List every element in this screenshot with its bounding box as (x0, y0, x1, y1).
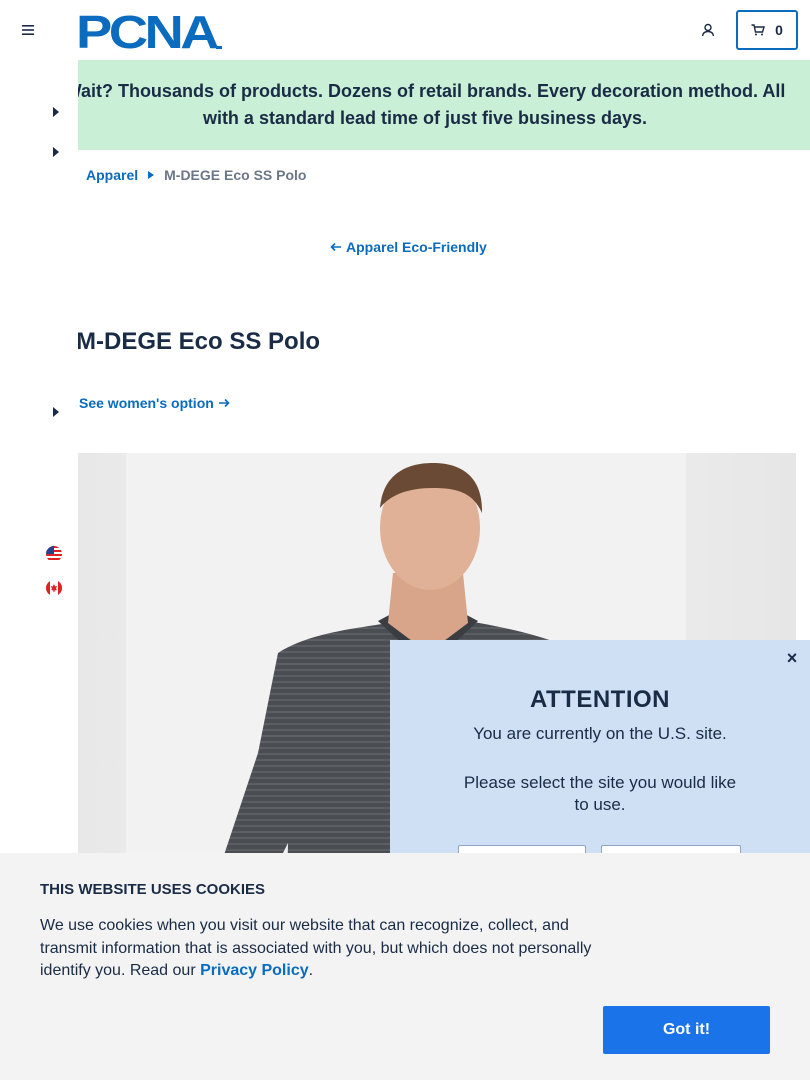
account-button[interactable] (698, 20, 718, 40)
caret-right-icon[interactable] (52, 407, 60, 417)
promo-banner: Wait? Thousands of products. Dozens of r… (0, 60, 810, 150)
cookie-text-body: We use cookies when you visit our websit… (40, 917, 592, 979)
product-title: M-DEGE Eco SS Polo (76, 328, 321, 355)
cookie-text-end: . (308, 962, 314, 979)
womens-option-label: See women's option (79, 395, 214, 411)
caret-right-icon (148, 171, 155, 179)
arrow-left-icon (330, 242, 341, 252)
menu-button[interactable] (18, 20, 38, 40)
cookie-banner: THIS WEBSITE USES COOKIES We use cookies… (0, 853, 810, 1080)
modal-select-site-text: Please select the site you would like to… (463, 773, 737, 814)
site-header: PCNA 0 (0, 0, 810, 60)
cart-icon (751, 24, 766, 36)
caret-right-icon[interactable] (52, 147, 60, 157)
modal-current-site-text: You are currently on the U.S. site. (473, 724, 727, 743)
pcna-logo-text: PCNA (76, 10, 218, 50)
pcna-logo[interactable]: PCNA (76, 6, 224, 58)
close-icon[interactable]: × (784, 649, 800, 667)
cookie-title: THIS WEBSITE USES COOKIES (40, 881, 266, 898)
cart-count: 0 (775, 22, 783, 38)
hamburger-icon (22, 25, 34, 35)
cart-button[interactable]: 0 (736, 10, 798, 50)
breadcrumb-current: M-DEGE Eco SS Polo (164, 167, 307, 183)
arrow-right-icon (218, 398, 230, 408)
back-link-label: Apparel Eco-Friendly (346, 239, 487, 255)
pcna-logo-mark: PCNA (76, 6, 222, 58)
womens-option-link[interactable]: See women's option (79, 395, 230, 411)
privacy-policy-link[interactable]: Privacy Policy (200, 962, 309, 979)
caret-right-icon[interactable] (52, 107, 60, 117)
breadcrumb: Apparel M-DEGE Eco SS Polo (86, 167, 306, 183)
cookie-text: We use cookies when you visit our websit… (40, 915, 610, 983)
got-it-button[interactable]: Got it! (603, 1006, 770, 1054)
back-link[interactable]: Apparel Eco-Friendly (330, 239, 487, 255)
modal-title: ATTENTION (529, 686, 671, 713)
promo-banner-line2: with a standard lead time of just five b… (202, 108, 648, 128)
promo-banner-text: Wait? Thousands of products. Dozens of r… (45, 78, 805, 132)
breadcrumb-apparel-link[interactable]: Apparel (86, 167, 138, 183)
user-icon (701, 23, 715, 37)
canada-flag-icon[interactable] (46, 580, 62, 596)
us-flag-icon[interactable] (46, 546, 62, 562)
promo-banner-line1: Wait? Thousands of products. Dozens of r… (64, 81, 786, 101)
